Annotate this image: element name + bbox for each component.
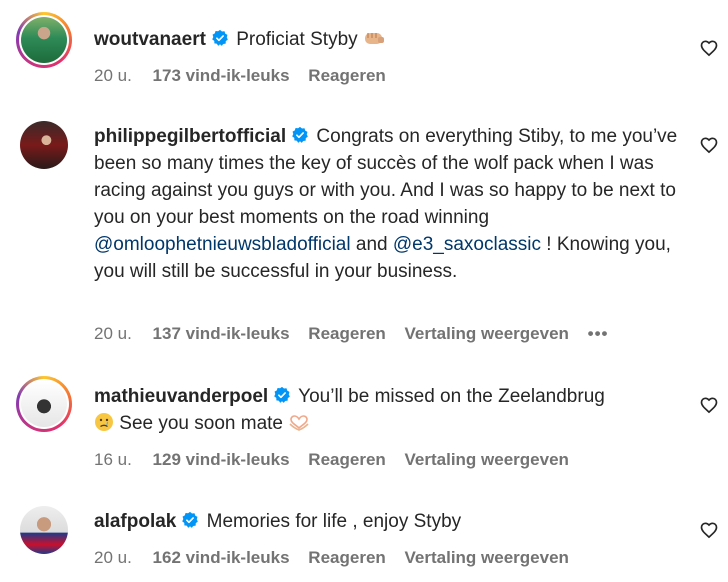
comment-meta: 20 u. 137 vind-ik-leuks Reageren Vertali… [94, 324, 623, 344]
avatar-mathieuvanderpoel[interactable] [16, 376, 72, 432]
likes-count[interactable]: 129 vind-ik-leuks [153, 450, 290, 469]
username[interactable]: mathieuvanderpoel [94, 386, 268, 407]
username[interactable]: alafpolak [94, 511, 176, 532]
comment-text: Proficiat Styby [236, 29, 358, 50]
likes-count[interactable]: 162 vind-ik-leuks [153, 548, 290, 567]
comment-body: mathieuvanderpoel You’ll be missed on th… [94, 383, 684, 440]
reply-button[interactable]: Reageren [308, 548, 385, 567]
heart-outline-icon[interactable] [699, 395, 719, 415]
reply-button[interactable]: Reageren [308, 66, 385, 85]
reply-button[interactable]: Reageren [308, 450, 385, 469]
likes-count[interactable]: 173 vind-ik-leuks [153, 66, 290, 85]
avatar-alafpolak[interactable] [20, 506, 68, 554]
verified-badge-icon [182, 511, 199, 528]
fist-bump-icon [363, 28, 385, 56]
heart-outline-icon[interactable] [699, 520, 719, 540]
reply-button[interactable]: Reageren [308, 324, 385, 343]
comment-meta: 20 u. 162 vind-ik-leuks Reageren Vertali… [94, 548, 583, 568]
mention-link[interactable]: @omloophetnieuwsbladofficial [94, 234, 351, 255]
verified-badge-icon [274, 386, 291, 403]
timestamp[interactable]: 16 u. [94, 450, 132, 469]
avatar-image [21, 381, 67, 427]
heart-outline-icon[interactable] [699, 38, 719, 58]
comment-text: You’ll be missed on the Zeelandbrug [298, 386, 605, 407]
username[interactable]: philippegilbertofficial [94, 126, 286, 147]
avatar-image [21, 17, 67, 63]
verified-badge-icon [292, 126, 308, 143]
more-options-icon[interactable]: ••• [588, 324, 609, 343]
avatar-philippegilbertofficial[interactable] [20, 121, 68, 169]
translate-button[interactable]: Vertaling weergeven [405, 324, 569, 343]
translate-button[interactable]: Vertaling weergeven [405, 450, 569, 469]
comment-body: woutvanaert Proficiat Styby [94, 26, 684, 56]
likes-count[interactable]: 137 vind-ik-leuks [153, 324, 290, 343]
avatar-woutvanaert[interactable] [16, 12, 72, 68]
comment-body: philippegilbertofficial Congrats on ever… [94, 123, 684, 285]
comment-text: and [355, 234, 388, 255]
username[interactable]: woutvanaert [94, 29, 206, 50]
comment-meta: 20 u. 173 vind-ik-leuks Reageren [94, 66, 400, 86]
comment-text: See you soon mate [119, 413, 283, 434]
comment-text: Memories for life , enjoy Styby [206, 511, 462, 532]
verified-badge-icon [212, 29, 228, 46]
heart-outline-icon[interactable] [699, 135, 719, 155]
timestamp[interactable]: 20 u. [94, 324, 132, 343]
timestamp[interactable]: 20 u. [94, 66, 132, 85]
mention-link[interactable]: @e3_saxoclassic [393, 234, 541, 255]
timestamp[interactable]: 20 u. [94, 548, 132, 567]
sad-face-icon [94, 412, 114, 440]
translate-button[interactable]: Vertaling weergeven [405, 548, 569, 567]
avatar-image [20, 121, 68, 169]
comment-body: alafpolak Memories for life , enjoy Styb… [94, 508, 684, 535]
heart-hands-icon [288, 413, 310, 440]
avatar-image [20, 506, 68, 554]
comment-meta: 16 u. 129 vind-ik-leuks Reageren Vertali… [94, 450, 583, 470]
